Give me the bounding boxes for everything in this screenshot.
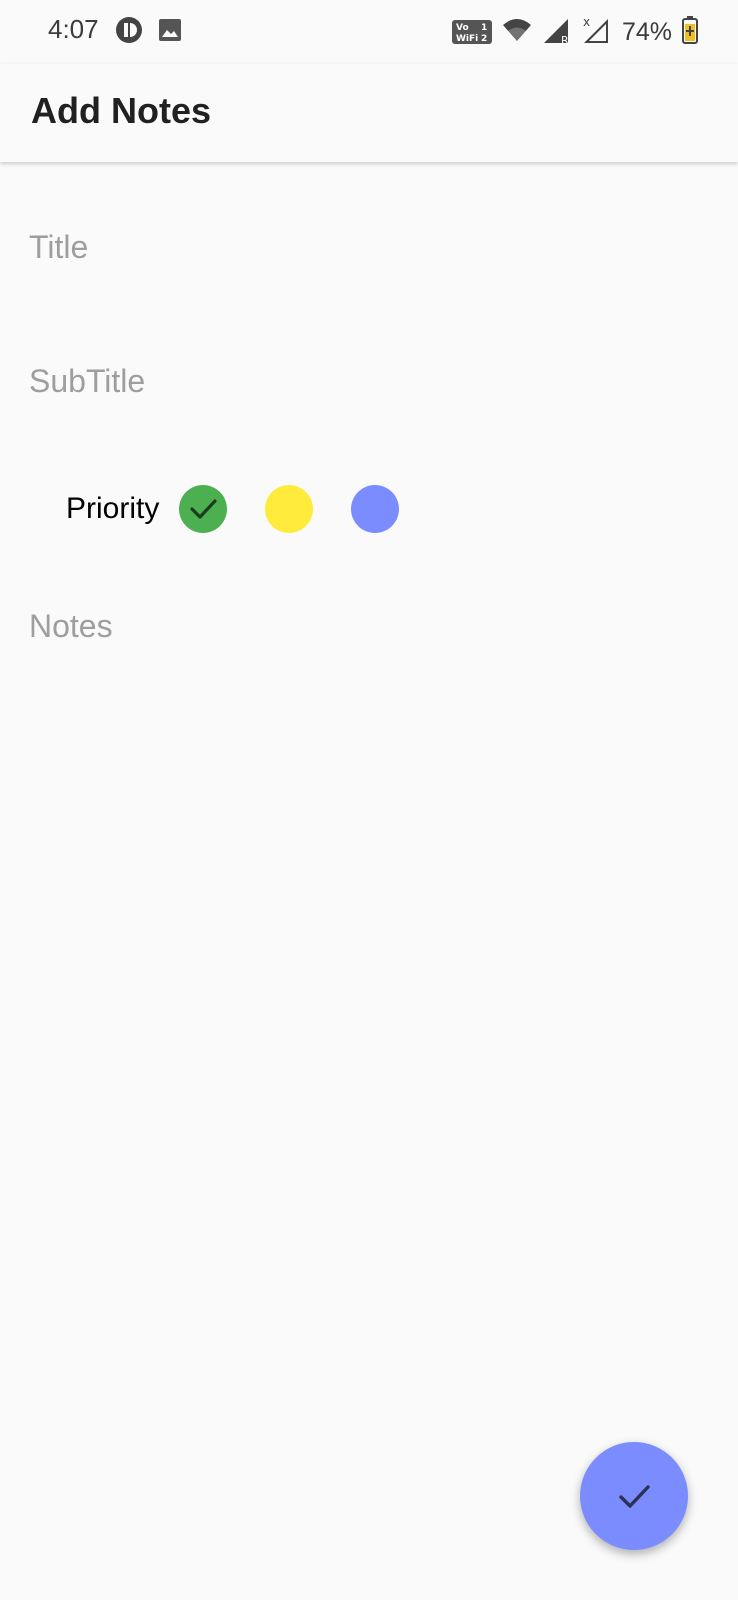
svg-text:Vo: Vo [456,23,469,33]
save-note-button[interactable] [580,1442,688,1550]
subtitle-input[interactable] [29,351,709,411]
status-right: Vo WiFi 1 2 R x 74% [451,14,698,50]
notes-input[interactable] [29,608,709,1308]
svg-text:WiFi: WiFi [456,34,478,43]
status-time: 4:07 [48,14,99,44]
battery-percentage: 74% [621,17,672,46]
priority-label: Priority [66,492,160,525]
title-input[interactable] [29,217,709,277]
priority-blue-option[interactable] [351,485,400,533]
signal-no-service-icon: x [582,15,612,50]
check-icon [619,1485,650,1508]
image-notification-icon [158,18,182,47]
priority-green-option[interactable] [179,485,228,533]
app-bar: Add Notes [0,64,738,162]
status-bar: 4:07 Vo WiFi 1 2 R x 74% [0,0,738,64]
signal-roaming-icon: R [542,15,572,50]
status-left-icons [114,16,182,48]
add-notes-screen: 4:07 Vo WiFi 1 2 R x 74% Add Notes Title… [0,0,738,1600]
wifi-icon [502,17,532,48]
priority-yellow-option[interactable] [265,485,314,533]
vowifi-icon: Vo WiFi 1 2 [451,20,492,44]
svg-text:2: 2 [481,34,487,43]
svg-text:1: 1 [481,23,487,33]
priority-selector: Priority [66,484,437,534]
svg-text:R: R [561,34,569,45]
check-icon [190,499,217,519]
page-title: Add Notes [31,90,211,131]
svg-text:x: x [583,15,590,29]
app-notification-icon [114,15,144,50]
battery-charging-icon [682,15,698,49]
